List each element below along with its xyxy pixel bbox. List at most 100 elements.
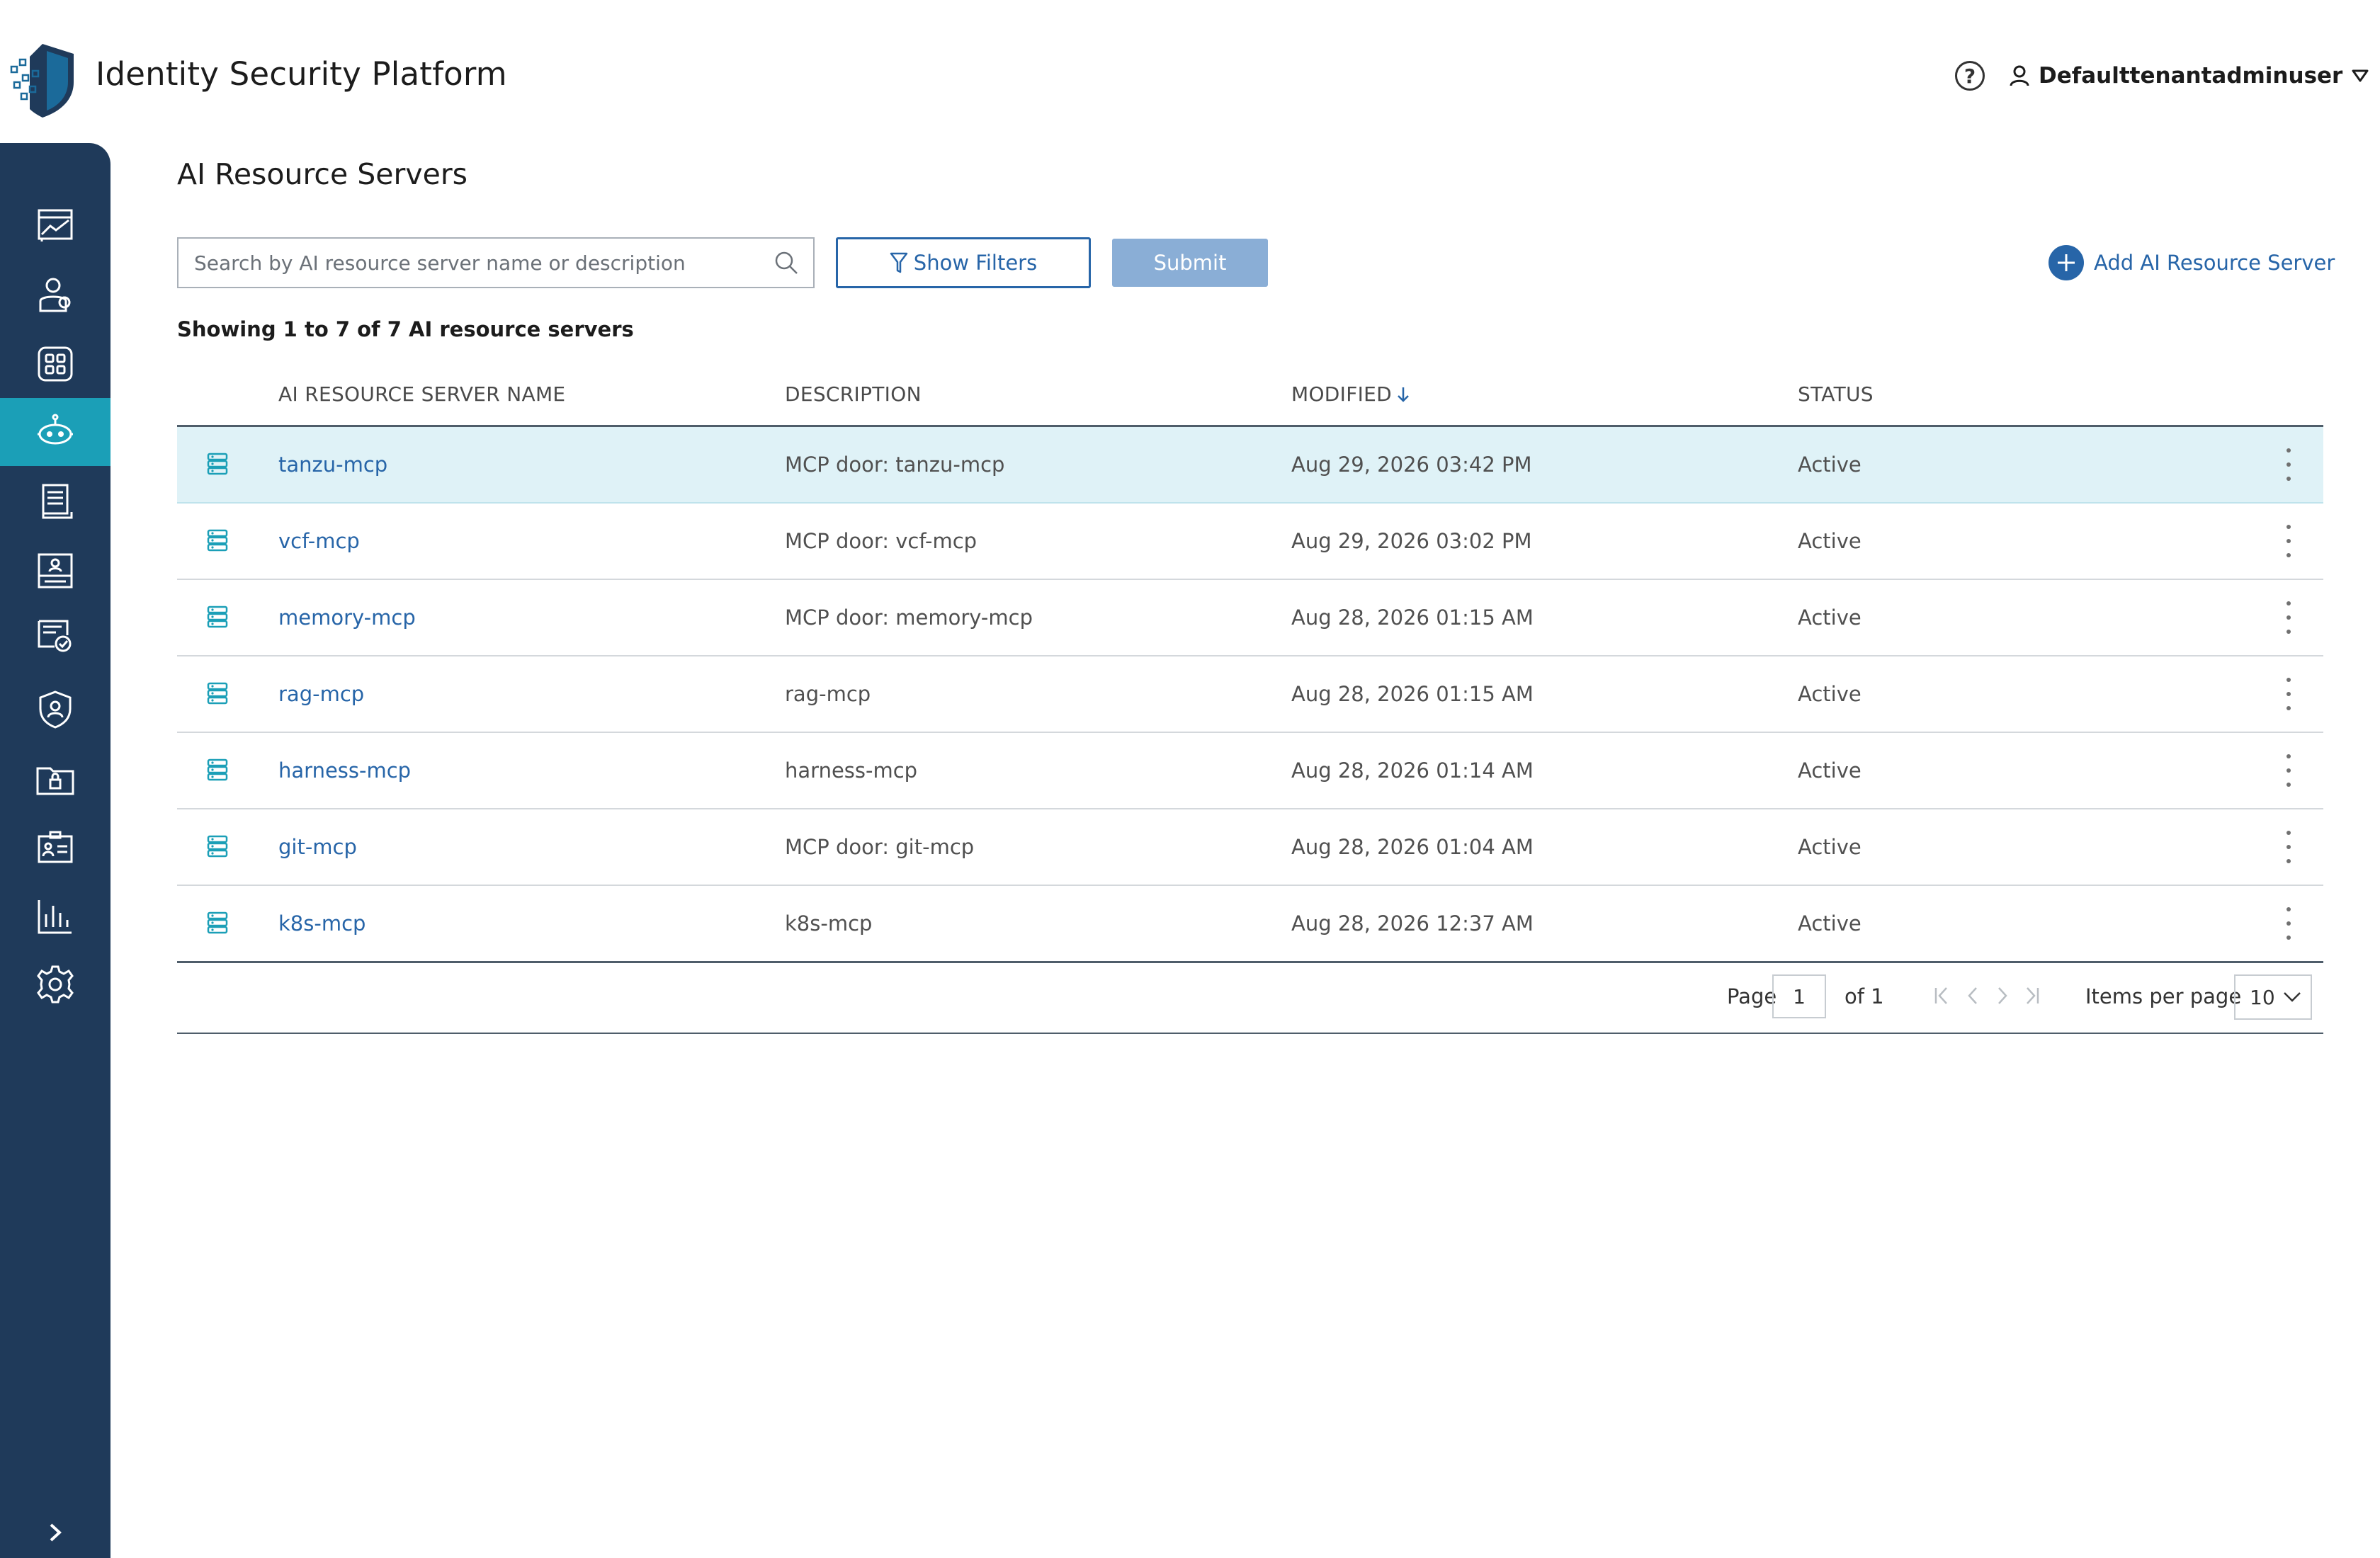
nav-dashboard[interactable] [0,191,110,259]
row-actions-menu-icon[interactable] [2284,754,2293,787]
row-actions-menu-icon[interactable] [2284,448,2293,481]
row-actions-menu-icon[interactable] [2284,907,2293,940]
row-actions-menu-icon[interactable] [2284,601,2293,634]
server-icon [207,758,228,781]
server-icon [207,682,228,705]
table-row[interactable]: rag-mcp rag-mcp Aug 28, 2026 01:15 AM Activ… [177,656,2323,733]
nav-certifications[interactable] [0,603,110,671]
column-header-name[interactable]: AI RESOURCE SERVER NAME [278,382,565,406]
server-name-link[interactable]: memory-mcp [278,605,416,630]
row-actions-menu-icon[interactable] [2284,678,2293,710]
server-modified: Aug 28, 2026 12:37 AM [1291,911,1534,936]
policy-document-icon [42,484,73,519]
server-name-link[interactable]: harness-mcp [278,758,411,783]
items-per-page-select[interactable]: 10 [2234,974,2312,1020]
column-header-status[interactable]: STATUS [1798,382,1874,406]
previous-page-button[interactable] [1962,983,1983,1008]
row-actions-menu-icon[interactable] [2284,831,2293,863]
server-modified: Aug 28, 2026 01:15 AM [1291,605,1534,630]
server-icon [207,605,228,628]
next-page-button[interactable] [1992,983,2013,1008]
search-icon[interactable] [774,250,799,275]
chevron-left-icon [1968,987,1977,1004]
sort-arrow-down-icon [1398,387,1409,402]
pagination-bar: Page 1 of 1 Items per page 10 [177,961,2323,1034]
submit-button[interactable]: Submit [1112,239,1268,287]
nav-settings[interactable] [0,950,110,1018]
user-name: Defaulttenantadminuser [2039,63,2343,89]
last-page-button[interactable] [2022,983,2043,1008]
filter-funnel-icon [890,252,908,273]
nav-security[interactable] [0,676,110,744]
page-label: Page [1727,984,1777,1008]
page-title: AI Resource Servers [177,157,468,191]
nav-access-requests[interactable] [0,537,110,605]
chevron-right-icon [1998,987,2007,1004]
reports-bar-chart-icon [38,900,72,934]
nav-ai-resources[interactable] [0,398,110,466]
column-header-modified[interactable]: MODIFIED [1291,382,1410,406]
server-status: Active [1798,758,1862,783]
table-row[interactable]: vcf-mcp MCP door: vcf-mcp Aug 29, 2026 03:… [177,504,2323,580]
app-title: Identity Security Platform [96,55,507,93]
app-root: Identity Security Platform ? Defaulttena… [0,0,2380,1558]
last-page-icon [2027,987,2039,1004]
server-name-link[interactable]: git-mcp [278,835,357,859]
server-name-link[interactable]: k8s-mcp [278,911,366,936]
server-name-link[interactable]: tanzu-mcp [278,453,387,477]
server-status: Active [1798,682,1862,706]
settings-gear-icon [37,965,74,1003]
server-status: Active [1798,835,1862,859]
column-header-description[interactable]: DESCRIPTION [785,382,922,406]
nav-reports[interactable] [0,882,110,950]
server-name-link[interactable]: vcf-mcp [278,529,360,553]
shield-user-icon [39,690,72,729]
sidebar-expand-button[interactable] [0,1511,110,1554]
page-total-label: of 1 [1844,984,1884,1008]
first-page-button[interactable] [1931,983,1952,1008]
dashboard-chart-icon [38,209,73,241]
table-header: AI RESOURCE SERVER NAME DESCRIPTION MODI… [177,368,2323,427]
nav-applications[interactable] [0,330,110,398]
server-description: rag-mcp [785,682,871,706]
server-name-link[interactable]: rag-mcp [278,682,364,706]
server-description: harness-mcp [785,758,918,783]
table-row[interactable]: memory-mcp MCP door: memory-mcp Aug 28, 20… [177,580,2323,656]
table-row[interactable]: k8s-mcp k8s-mcp Aug 28, 2026 12:37 AM Activ… [177,886,2323,962]
nav-secure-vault[interactable] [0,745,110,813]
plus-circle-icon [2048,245,2084,280]
add-ai-resource-server-button[interactable]: Add AI Resource Server [2048,244,2335,282]
server-icon [207,453,228,475]
nav-policies[interactable] [0,467,110,535]
help-icon[interactable]: ? [1955,61,1985,91]
table-row[interactable]: git-mcp MCP door: git-mcp Aug 28, 2026 01:… [177,809,2323,886]
caret-down-icon [2352,69,2369,82]
items-per-page-value: 10 [2250,985,2275,1009]
column-header-modified-label: MODIFIED [1291,382,1393,406]
nav-users[interactable] [0,261,110,329]
nav-identities[interactable] [0,813,110,881]
table-row[interactable]: tanzu-mcp MCP door: tanzu-mcp Aug 29, 2026… [177,427,2323,504]
page-number-input[interactable]: 1 [1772,974,1826,1018]
users-icon [39,278,71,312]
chevron-right-icon [50,1523,62,1542]
ai-robot-icon [38,414,73,445]
search-field[interactable] [177,237,815,288]
results-count: Showing 1 to 7 of 7 AI resource servers [177,317,634,341]
user-icon [2010,65,2029,86]
user-menu[interactable]: Defaulttenantadminuser [2009,59,2369,92]
server-description: MCP door: tanzu-mcp [785,453,1005,477]
search-input[interactable] [193,250,774,275]
server-icon [207,835,228,858]
show-filters-button[interactable]: Show Filters [836,237,1091,288]
certification-icon [38,620,72,652]
table-row[interactable]: harness-mcp harness-mcp Aug 28, 2026 01:14… [177,733,2323,809]
top-header: Identity Security Platform ? Defaulttena… [0,0,2380,142]
server-modified: Aug 28, 2026 01:04 AM [1291,835,1534,859]
server-status: Active [1798,911,1862,936]
server-icon [207,529,228,552]
server-modified: Aug 29, 2026 03:02 PM [1291,529,1532,553]
row-actions-menu-icon[interactable] [2284,525,2293,557]
server-modified: Aug 29, 2026 03:42 PM [1291,453,1532,477]
first-page-icon [1934,987,1947,1004]
